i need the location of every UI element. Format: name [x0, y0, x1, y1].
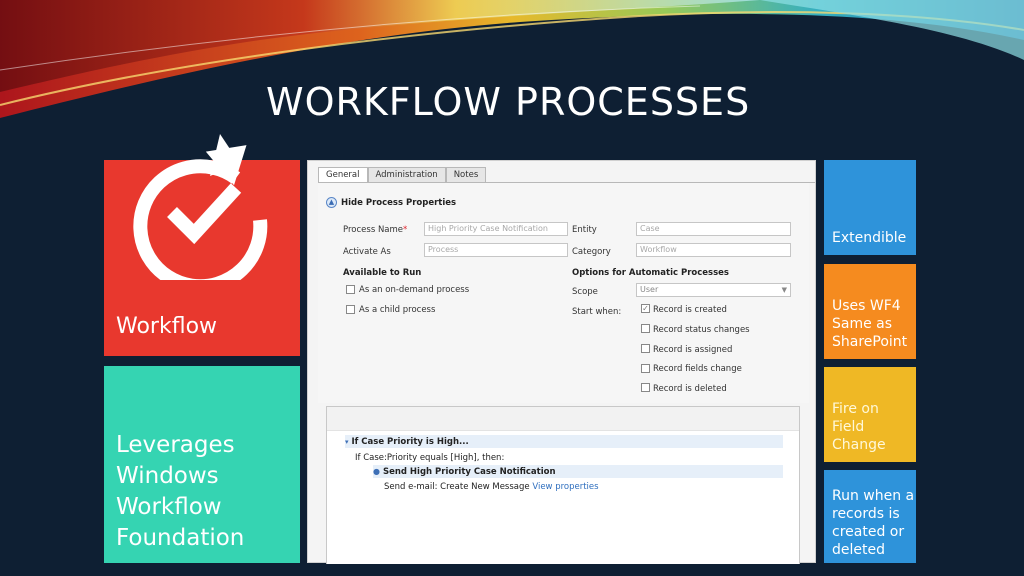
record-deleted-checkbox[interactable] [641, 383, 650, 392]
record-created-label: Record is created [653, 305, 727, 315]
view-properties-link[interactable]: View properties [532, 482, 598, 492]
slide-title: WORKFLOW PROCESSES [266, 80, 751, 124]
record-created-checkbox[interactable]: ✓ [641, 304, 650, 313]
record-status-label: Record status changes [653, 325, 750, 335]
hide-process-properties-toggle[interactable]: ▲ Hide Process Properties [326, 197, 456, 208]
hide-process-properties-label: Hide Process Properties [341, 197, 457, 208]
process-editor-screenshot: General Administration Notes ▲ Hide Proc… [307, 160, 816, 564]
action-step-label: Send High Priority Case Notification [382, 467, 556, 477]
activate-as-label: Activate As [343, 247, 391, 257]
record-deleted-label: Record is deleted [653, 384, 727, 394]
entity-field[interactable]: Case [636, 222, 791, 236]
tab-bar: General Administration Notes [318, 167, 487, 183]
dropdown-arrow-icon: ▼ [781, 286, 787, 294]
expand-triangle-icon: ▾ [345, 438, 349, 446]
scope-select[interactable]: User ▼ [636, 283, 791, 297]
process-name-field[interactable]: High Priority Case Notification [424, 222, 568, 236]
condition-step[interactable]: ▾ If Case Priority is High... [345, 437, 469, 447]
automatic-options-heading: Options for Automatic Processes [572, 268, 729, 278]
run-when-record-tile-label: Run when a records is created or deleted [832, 488, 915, 558]
on-demand-checkbox[interactable] [346, 285, 355, 294]
child-process-label: As a child process [359, 305, 436, 315]
category-label: Category [572, 247, 611, 257]
process-properties-panel: ▲ Hide Process Properties Process Name* … [318, 183, 809, 403]
collapse-up-icon: ▲ [326, 197, 337, 208]
process-name-label-text: Process Name [343, 225, 404, 235]
start-when-label: Start when: [572, 307, 622, 317]
record-assigned-label: Record is assigned [653, 345, 733, 355]
fire-on-field-change-tile: Fire on Field Change [824, 367, 916, 462]
process-name-label: Process Name* [343, 225, 407, 235]
step-bullet-icon: ● [373, 467, 380, 476]
action-detail: Send e-mail: Create New Message View pro… [384, 482, 599, 492]
workflow-steps-panel: ▾ If Case Priority is High... If Case:Pr… [326, 406, 800, 564]
leverages-tile-label: Leverages Windows Workflow Foundation [116, 432, 245, 551]
uses-wf4-tile: Uses WF4 Same as SharePoint [824, 264, 916, 359]
required-marker: * [403, 225, 408, 235]
tab-notes[interactable]: Notes [445, 167, 487, 183]
fire-on-field-change-tile-label: Fire on Field Change [832, 401, 886, 453]
record-status-checkbox[interactable] [641, 324, 650, 333]
condition-step-label: If Case Priority is High... [351, 437, 469, 447]
circular-arrow-checkmark-icon [133, 134, 268, 280]
scope-select-value: User [640, 285, 659, 294]
action-detail-text: Send e-mail: Create New Message [384, 482, 530, 492]
steps-toolbar [327, 407, 799, 431]
leverages-tile: Leverages Windows Workflow Foundation [104, 366, 300, 563]
extendible-tile-label: Extendible [832, 230, 907, 246]
action-step[interactable]: ● Send High Priority Case Notification [373, 467, 556, 477]
condition-detail: If Case:Priority equals [High], then: [355, 453, 505, 463]
record-fields-checkbox[interactable] [641, 364, 650, 373]
child-process-checkbox[interactable] [346, 305, 355, 314]
tab-general[interactable]: General [318, 167, 368, 183]
scope-label: Scope [572, 287, 598, 297]
activate-as-field[interactable]: Process [424, 243, 568, 257]
run-when-record-tile: Run when a records is created or deleted [824, 470, 916, 563]
record-assigned-checkbox[interactable] [641, 344, 650, 353]
workflow-tile-label: Workflow [116, 314, 218, 339]
entity-label: Entity [572, 225, 597, 235]
extendible-tile: Extendible [824, 160, 916, 255]
on-demand-label: As an on-demand process [359, 285, 470, 295]
category-field[interactable]: Workflow [636, 243, 791, 257]
available-to-run-heading: Available to Run [343, 268, 422, 278]
record-fields-label: Record fields change [653, 364, 742, 374]
uses-wf4-tile-label: Uses WF4 Same as SharePoint [832, 298, 908, 350]
tab-administration[interactable]: Administration [367, 167, 446, 183]
